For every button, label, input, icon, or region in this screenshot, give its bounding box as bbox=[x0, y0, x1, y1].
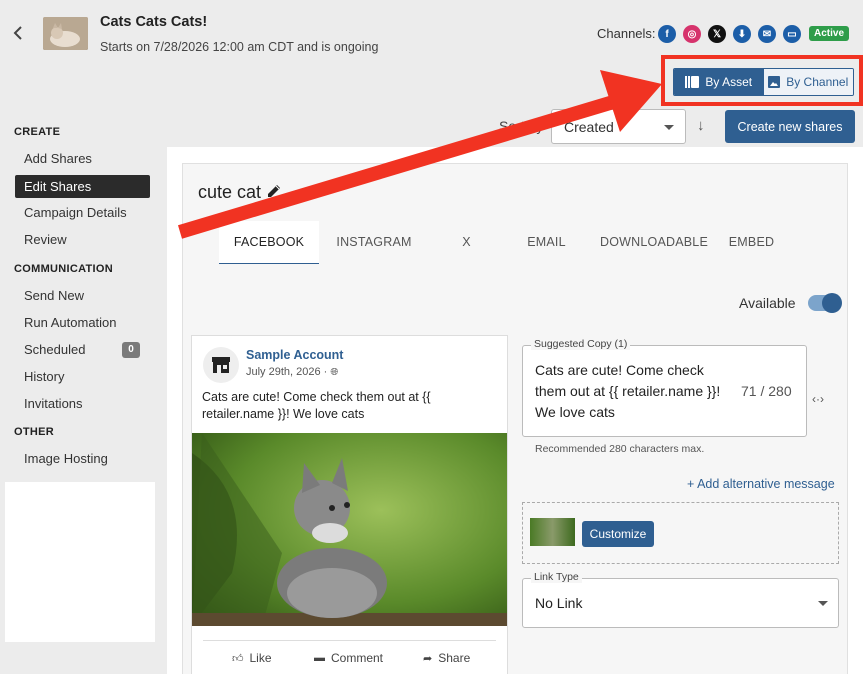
channel-tabs: FACEBOOK INSTAGRAM X EMAIL DOWNLOADABLE … bbox=[219, 221, 784, 264]
scheduled-count-badge: 0 bbox=[122, 342, 140, 358]
sidebar-item-edit-shares[interactable]: Edit Shares bbox=[15, 175, 150, 198]
instagram-icon: ◎ bbox=[683, 25, 701, 43]
character-count: 71 / 280 bbox=[741, 383, 792, 399]
preview-date-text: July 29th, 2026 · bbox=[246, 366, 328, 378]
preview-date: July 29th, 2026 · 🌐︎ bbox=[246, 366, 338, 378]
sidebar-item-scheduled-label: Scheduled bbox=[24, 342, 86, 357]
create-heading: CREATE bbox=[14, 126, 61, 138]
sort-label: Sort by bbox=[499, 118, 544, 134]
suggested-copy-text[interactable]: Cats are cute! Come check them out at {{… bbox=[535, 360, 730, 423]
sort-select[interactable]: Created bbox=[551, 109, 686, 144]
facebook-icon: f bbox=[658, 25, 676, 43]
customize-button[interactable]: Customize bbox=[582, 521, 654, 547]
sidebar-item-history[interactable]: History bbox=[15, 365, 150, 388]
sidebar-blank-panel bbox=[5, 482, 155, 642]
sort-value: Created bbox=[564, 119, 614, 135]
tab-downloadable[interactable]: DOWNLOADABLE bbox=[589, 221, 719, 264]
asset-title: cute cat bbox=[198, 182, 262, 202]
expand-arrows-icon[interactable]: ‹·› bbox=[812, 392, 824, 406]
download-icon: ⬇ bbox=[733, 25, 751, 43]
highlight-box bbox=[661, 55, 863, 106]
comment-action[interactable]: ▬ Comment bbox=[314, 651, 383, 665]
share-arrow-icon: ➦ bbox=[423, 652, 433, 665]
add-alternative-message-link[interactable]: + Add alternative message bbox=[687, 477, 835, 491]
channel-icons: f ◎ 𝕏 ⬇ ✉ ▭ bbox=[658, 25, 801, 43]
x-icon: 𝕏 bbox=[708, 25, 726, 43]
sort-direction-arrow-icon[interactable]: ↓ bbox=[697, 117, 705, 134]
communication-heading: COMMUNICATION bbox=[14, 263, 114, 275]
sidebar-item-image-hosting[interactable]: Image Hosting bbox=[15, 447, 150, 470]
sidebar-item-send-new[interactable]: Send New bbox=[15, 284, 150, 307]
sidebar: CREATE Add Shares Edit Shares Campaign D… bbox=[0, 104, 167, 674]
sidebar-item-scheduled[interactable]: Scheduled 0 bbox=[15, 338, 150, 361]
share-action[interactable]: ➦ Share bbox=[423, 651, 470, 665]
sidebar-item-invitations[interactable]: Invitations bbox=[15, 392, 150, 415]
like-label: Like bbox=[249, 651, 272, 665]
tab-x[interactable]: X bbox=[429, 221, 504, 264]
preview-account-name: Sample Account bbox=[246, 348, 344, 362]
like-action[interactable]: 👍︎ Like bbox=[232, 651, 272, 665]
available-label: Available bbox=[739, 295, 796, 311]
campaign-title: Cats Cats Cats! bbox=[100, 14, 208, 30]
available-toggle[interactable] bbox=[808, 293, 842, 313]
channels-label: Channels: bbox=[597, 26, 656, 41]
back-chevron-icon[interactable] bbox=[10, 24, 28, 42]
globe-icon: 🌐︎ bbox=[330, 367, 339, 378]
other-heading: OTHER bbox=[14, 426, 54, 438]
status-badge: Active bbox=[809, 26, 850, 41]
link-type-legend: Link Type bbox=[531, 571, 582, 583]
sidebar-item-run-automation[interactable]: Run Automation bbox=[15, 311, 150, 334]
tab-embed[interactable]: EMBED bbox=[719, 221, 784, 264]
edit-pencil-icon[interactable] bbox=[265, 182, 283, 200]
toggle-knob bbox=[822, 293, 842, 313]
share-label: Share bbox=[438, 651, 471, 665]
campaign-header: Cats Cats Cats! Starts on 7/28/2026 12:0… bbox=[0, 0, 863, 106]
tab-facebook[interactable]: FACEBOOK bbox=[219, 221, 319, 264]
sidebar-item-add-shares[interactable]: Add Shares bbox=[15, 147, 150, 170]
create-new-shares-button[interactable]: Create new shares bbox=[725, 110, 855, 143]
email-icon: ✉ bbox=[758, 25, 776, 43]
preview-post-text: Cats are cute! Come check them out at {{… bbox=[202, 390, 431, 421]
campaign-schedule: Starts on 7/28/2026 12:00 am CDT and is … bbox=[100, 40, 379, 54]
embed-icon: ▭ bbox=[783, 25, 801, 43]
tab-email[interactable]: EMAIL bbox=[504, 221, 589, 264]
sidebar-item-review[interactable]: Review bbox=[15, 228, 150, 251]
sidebar-item-campaign-details[interactable]: Campaign Details bbox=[15, 201, 150, 224]
tab-instagram[interactable]: INSTAGRAM bbox=[319, 221, 429, 264]
suggested-copy-legend: Suggested Copy (1) bbox=[531, 338, 631, 350]
preview-cat-image bbox=[192, 433, 507, 626]
link-type-value: No Link bbox=[535, 595, 583, 611]
preview-divider bbox=[203, 640, 496, 641]
asset-thumbnail bbox=[530, 518, 575, 546]
chevron-down-icon bbox=[664, 125, 674, 130]
comment-label: Comment bbox=[331, 651, 384, 665]
store-avatar-icon bbox=[203, 347, 239, 383]
thumbs-up-icon: 👍︎ bbox=[232, 652, 244, 665]
campaign-thumbnail bbox=[43, 17, 88, 50]
recommendation-text: Recommended 280 characters max. bbox=[535, 443, 705, 455]
comment-icon: ▬ bbox=[314, 652, 325, 664]
chevron-down-icon bbox=[818, 601, 828, 606]
